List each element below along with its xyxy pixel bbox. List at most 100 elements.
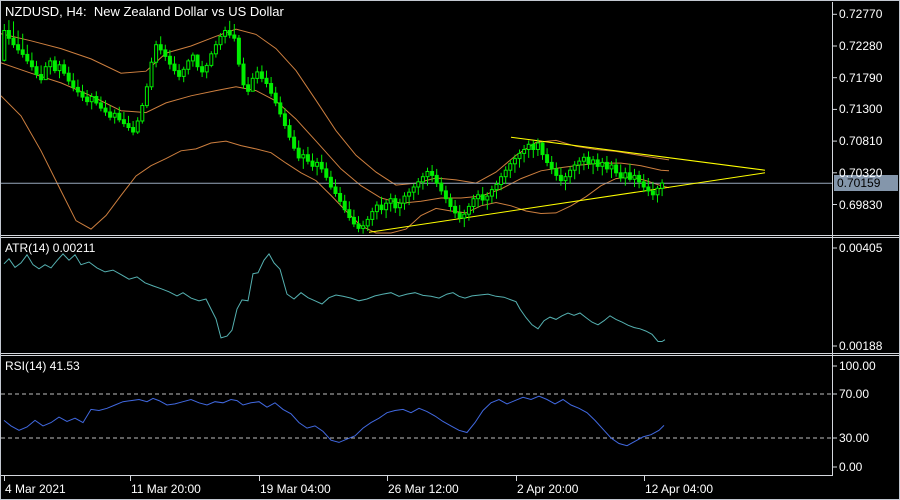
candle bbox=[586, 151, 591, 169]
candle bbox=[632, 168, 637, 187]
candle bbox=[172, 56, 177, 75]
candle bbox=[57, 60, 62, 79]
candle bbox=[581, 153, 586, 171]
candle bbox=[200, 60, 205, 77]
candle bbox=[195, 54, 200, 71]
candle bbox=[2, 24, 7, 62]
price-axis-label: 0.69830 bbox=[839, 197, 883, 212]
candle bbox=[255, 66, 260, 84]
price-axis-label: 0.71300 bbox=[839, 102, 883, 117]
candle bbox=[379, 196, 384, 215]
candle bbox=[485, 192, 490, 210]
candle bbox=[489, 185, 494, 204]
candle bbox=[259, 65, 264, 83]
candle bbox=[6, 20, 11, 45]
time-axis-label: 12 Apr 04:00 bbox=[645, 482, 714, 496]
candle bbox=[163, 44, 168, 61]
candle bbox=[522, 145, 527, 163]
candle bbox=[374, 201, 379, 220]
atr-axis-label: 0.00188 bbox=[839, 339, 883, 353]
candle bbox=[508, 159, 513, 178]
trendline-lower[interactable] bbox=[368, 172, 766, 233]
candle bbox=[98, 96, 103, 112]
candle bbox=[655, 185, 660, 203]
candle bbox=[328, 170, 333, 190]
candle bbox=[443, 185, 448, 204]
candle bbox=[48, 57, 53, 75]
candle bbox=[140, 102, 145, 124]
candle bbox=[241, 57, 246, 89]
candle bbox=[66, 66, 71, 85]
candle bbox=[85, 90, 90, 106]
candle bbox=[305, 146, 310, 165]
candle bbox=[25, 44, 30, 65]
candle bbox=[650, 181, 655, 200]
candle bbox=[158, 36, 163, 55]
candle bbox=[356, 216, 361, 233]
candle bbox=[549, 156, 554, 175]
chart-title: NZDUSD, H4: New Zealand Dollar vs US Dol… bbox=[5, 4, 284, 19]
candle bbox=[296, 140, 301, 162]
candle bbox=[227, 20, 232, 39]
bollinger-lower-band bbox=[1, 95, 670, 234]
candle bbox=[190, 52, 195, 67]
candle bbox=[112, 109, 117, 124]
atr-pane[interactable] bbox=[3, 253, 666, 342]
atr-line bbox=[3, 253, 666, 342]
candle bbox=[29, 52, 34, 71]
candle bbox=[453, 200, 458, 219]
candle bbox=[250, 73, 255, 92]
candle bbox=[618, 164, 623, 182]
candle bbox=[540, 141, 545, 160]
candle bbox=[660, 179, 665, 197]
candle bbox=[204, 62, 209, 79]
candle bbox=[338, 187, 343, 206]
candle bbox=[342, 194, 347, 213]
candle bbox=[434, 168, 439, 187]
rsi-axis-label: 0.00 bbox=[839, 460, 863, 474]
rsi-axis-label: 70.00 bbox=[839, 387, 870, 401]
candle bbox=[420, 172, 425, 190]
candle bbox=[591, 156, 596, 175]
candle bbox=[273, 86, 278, 107]
price-axis-label: 0.72770 bbox=[839, 7, 883, 22]
main-price-pane[interactable] bbox=[1, 20, 832, 234]
time-axis-label: 4 Mar 2021 bbox=[5, 482, 66, 496]
candle bbox=[416, 178, 421, 195]
price-axis-label: 0.70810 bbox=[839, 134, 883, 149]
candle bbox=[126, 115, 131, 131]
candle bbox=[39, 65, 44, 84]
candle bbox=[131, 121, 136, 136]
candle bbox=[480, 187, 485, 206]
candle bbox=[600, 157, 605, 176]
time-axis-label: 26 Mar 12:00 bbox=[388, 482, 459, 496]
candle bbox=[361, 220, 366, 234]
candle bbox=[62, 59, 67, 76]
candle bbox=[572, 161, 577, 180]
rsi-pane[interactable] bbox=[1, 393, 832, 447]
candle bbox=[11, 21, 16, 48]
candle bbox=[568, 166, 573, 184]
atr-indicator-label: ATR(14) 0.00211 bbox=[5, 241, 96, 255]
candle bbox=[370, 207, 375, 226]
time-axis-label: 11 Mar 20:00 bbox=[131, 482, 201, 496]
candle bbox=[503, 166, 508, 184]
candle bbox=[545, 148, 550, 167]
candle bbox=[287, 119, 292, 141]
candle bbox=[181, 66, 186, 83]
rsi-axis-label: 100.00 bbox=[839, 359, 876, 373]
price-axis-label: 0.70320 bbox=[839, 165, 883, 180]
candle bbox=[218, 33, 223, 50]
candle bbox=[213, 40, 218, 58]
candle bbox=[108, 105, 113, 121]
candle bbox=[457, 205, 462, 223]
candle bbox=[236, 35, 241, 67]
candle bbox=[52, 56, 57, 74]
candle bbox=[411, 183, 416, 200]
candle bbox=[315, 157, 320, 176]
candle bbox=[351, 209, 356, 228]
rsi-axis-label: 30.00 bbox=[839, 431, 870, 445]
chart-canvas[interactable] bbox=[1, 1, 900, 500]
candle bbox=[209, 51, 214, 68]
candle bbox=[43, 62, 48, 81]
